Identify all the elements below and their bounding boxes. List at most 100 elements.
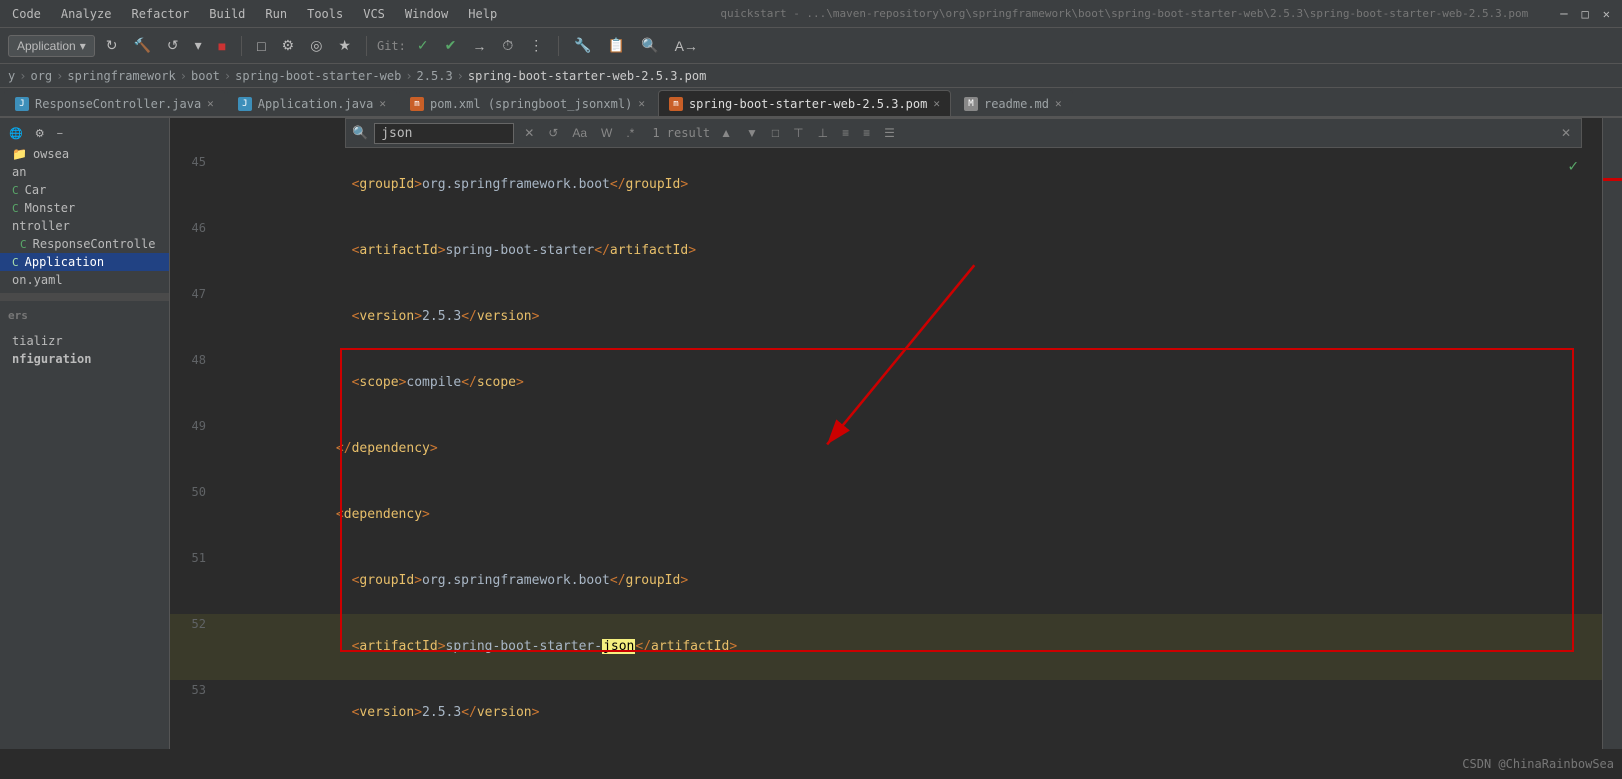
sidebar-item-owsea[interactable]: 📁 owsea [0, 145, 169, 163]
tab-starter-web-pom[interactable]: m spring-boot-starter-web-2.5.3.pom ✕ [658, 90, 951, 116]
tab-close5-icon[interactable]: ✕ [1055, 97, 1062, 110]
sidebar-item-label4: Monster [25, 201, 76, 215]
search-input[interactable] [374, 123, 514, 144]
stop-button[interactable]: ■ [213, 35, 231, 57]
git-push[interactable]: → [467, 35, 491, 57]
star-button[interactable]: ★ [333, 34, 356, 57]
sidebar-item-ntroller[interactable]: ntroller [0, 217, 169, 235]
sidebar-spacer [0, 324, 169, 332]
sidebar-item-response[interactable]: C ResponseControlle [0, 235, 169, 253]
sidebar-globe-icon[interactable]: 🌐 [4, 124, 28, 143]
code-line-45: 45 <groupId>org.springframework.boot</gr… [170, 152, 1602, 218]
search-word-button[interactable]: W [597, 124, 616, 142]
title-path: quickstart - ...\maven-repository\org\sp… [716, 5, 1532, 22]
path-starter-web[interactable]: spring-boot-starter-web [235, 69, 401, 83]
sidebar-item-configuration[interactable]: nfiguration [0, 350, 169, 368]
code-content: 45 <groupId>org.springframework.boot</gr… [170, 118, 1602, 749]
sidebar-separator [0, 293, 169, 301]
search-close-button[interactable]: ✕ [1557, 124, 1575, 142]
separator [241, 36, 242, 56]
menu-vcs[interactable]: VCS [359, 5, 389, 23]
filter-button3[interactable]: ≡ [838, 124, 853, 142]
dropdown2-button[interactable]: ▾ [190, 34, 207, 57]
git-history[interactable]: ⏱ [497, 34, 518, 57]
wrench-button[interactable]: 🔧 [569, 34, 596, 57]
toolbar: Application ▾ ↻ 🔨 ↺ ▾ ■ □ ⚙ ◎ ★ Git: ✓ ✔… [0, 28, 1622, 64]
tab-close-icon[interactable]: ✕ [207, 97, 214, 110]
main-layout: 🌐 ⚙ − 📁 owsea an C Car C Monster ntrolle… [0, 118, 1622, 749]
clipboard-button[interactable]: 📋 [603, 34, 630, 57]
debug-button[interactable]: ⚙ [277, 34, 300, 57]
tab-close4-icon[interactable]: ✕ [933, 97, 940, 110]
menu-help[interactable]: Help [464, 5, 501, 23]
menu-window[interactable]: Window [401, 5, 452, 23]
profile-button[interactable]: ◎ [305, 34, 327, 57]
expand-button[interactable]: □ [768, 124, 783, 142]
git-check2[interactable]: ✔ [440, 34, 462, 57]
filter-options-button[interactable]: ☰ [880, 124, 899, 142]
sidebar-item-label7: Application [25, 255, 104, 269]
sidebar-item-an[interactable]: an [0, 163, 169, 181]
separator2 [366, 36, 367, 56]
menu-analyze[interactable]: Analyze [57, 5, 116, 23]
app-label: Application [17, 39, 76, 53]
search-clear-button[interactable]: ✕ [520, 124, 538, 142]
menu-bar: Code Analyze Refactor Build Run Tools VC… [0, 0, 1622, 28]
path-version[interactable]: 2.5.3 [417, 69, 453, 83]
menu-code[interactable]: Code [8, 5, 45, 23]
sidebar-item-label: owsea [33, 147, 69, 161]
git-checkmark[interactable]: ✓ [412, 34, 434, 57]
search-bar: 🔍 ✕ ↺ Aa W .* 1 result ▲ ▼ □ ⊤ ⊥ ≡ ≡ ☰ ✕ [345, 118, 1582, 148]
search-aa-button[interactable]: Aa [568, 124, 591, 142]
menu-refactor[interactable]: Refactor [127, 5, 193, 23]
rerun-button[interactable]: ↺ [162, 34, 184, 57]
coverage-button[interactable]: □ [252, 35, 270, 57]
search-reload-button[interactable]: ↺ [544, 124, 562, 142]
tab-close3-icon[interactable]: ✕ [638, 97, 645, 110]
window-close[interactable]: ✕ [1599, 5, 1614, 23]
sidebar-item-application[interactable]: C Application [0, 253, 169, 271]
tab-label: ResponseController.java [35, 97, 201, 111]
build-button[interactable]: 🔨 [128, 34, 155, 57]
sidebar-item-yaml[interactable]: on.yaml [0, 271, 169, 289]
sidebar-item-monster[interactable]: C Monster [0, 199, 169, 217]
sidebar-item-label2: an [12, 165, 26, 179]
filter-button1[interactable]: ⊤ [789, 124, 807, 142]
java-icon2: J [238, 97, 252, 111]
tab-readme[interactable]: M readme.md ✕ [953, 90, 1073, 116]
sidebar-item-tializr[interactable]: tializr [0, 332, 169, 350]
tab-pom-xml[interactable]: m pom.xml (springboot_jsonxml) ✕ [399, 90, 656, 116]
app-dropdown-button[interactable]: Application ▾ [8, 35, 95, 57]
translate-button[interactable]: A→ [670, 35, 703, 57]
git-more[interactable]: ⋮ [524, 34, 548, 57]
sidebar-minus-icon[interactable]: − [52, 125, 68, 143]
path-boot[interactable]: boot [191, 69, 220, 83]
next-result-button[interactable]: ▼ [742, 124, 762, 142]
prev-result-button[interactable]: ▲ [716, 124, 736, 142]
filter-button4[interactable]: ≡ [859, 124, 874, 142]
refresh-button[interactable]: ↻ [101, 34, 123, 57]
path-springframework[interactable]: springframework [67, 69, 175, 83]
search-regex-button[interactable]: .* [622, 124, 638, 142]
sidebar-item-car[interactable]: C Car [0, 181, 169, 199]
tab-application-java[interactable]: J Application.java ✕ [227, 90, 397, 116]
window-minimize[interactable]: ─ [1556, 5, 1571, 23]
window-maximize[interactable]: □ [1578, 5, 1593, 23]
menu-tools[interactable]: Tools [303, 5, 347, 23]
menu-run[interactable]: Run [261, 5, 291, 23]
sidebar-item-label10: nfiguration [12, 352, 91, 366]
git-label: Git: [377, 39, 406, 53]
search-button[interactable]: 🔍 [636, 34, 663, 57]
pom-icon: m [669, 97, 683, 111]
filter-button2[interactable]: ⊥ [814, 124, 832, 142]
menu-build[interactable]: Build [205, 5, 249, 23]
class2-icon: C [12, 202, 19, 215]
sidebar: 🌐 ⚙ − 📁 owsea an C Car C Monster ntrolle… [0, 118, 170, 749]
path-org[interactable]: org [30, 69, 52, 83]
path-pom-file[interactable]: spring-boot-starter-web-2.5.3.pom [468, 69, 706, 83]
tab-label4: spring-boot-starter-web-2.5.3.pom [689, 97, 927, 111]
sidebar-settings-icon[interactable]: ⚙ [30, 124, 50, 143]
path-y[interactable]: y [8, 69, 15, 83]
tab-response-controller[interactable]: J ResponseController.java ✕ [4, 90, 225, 116]
tab-close2-icon[interactable]: ✕ [379, 97, 386, 110]
